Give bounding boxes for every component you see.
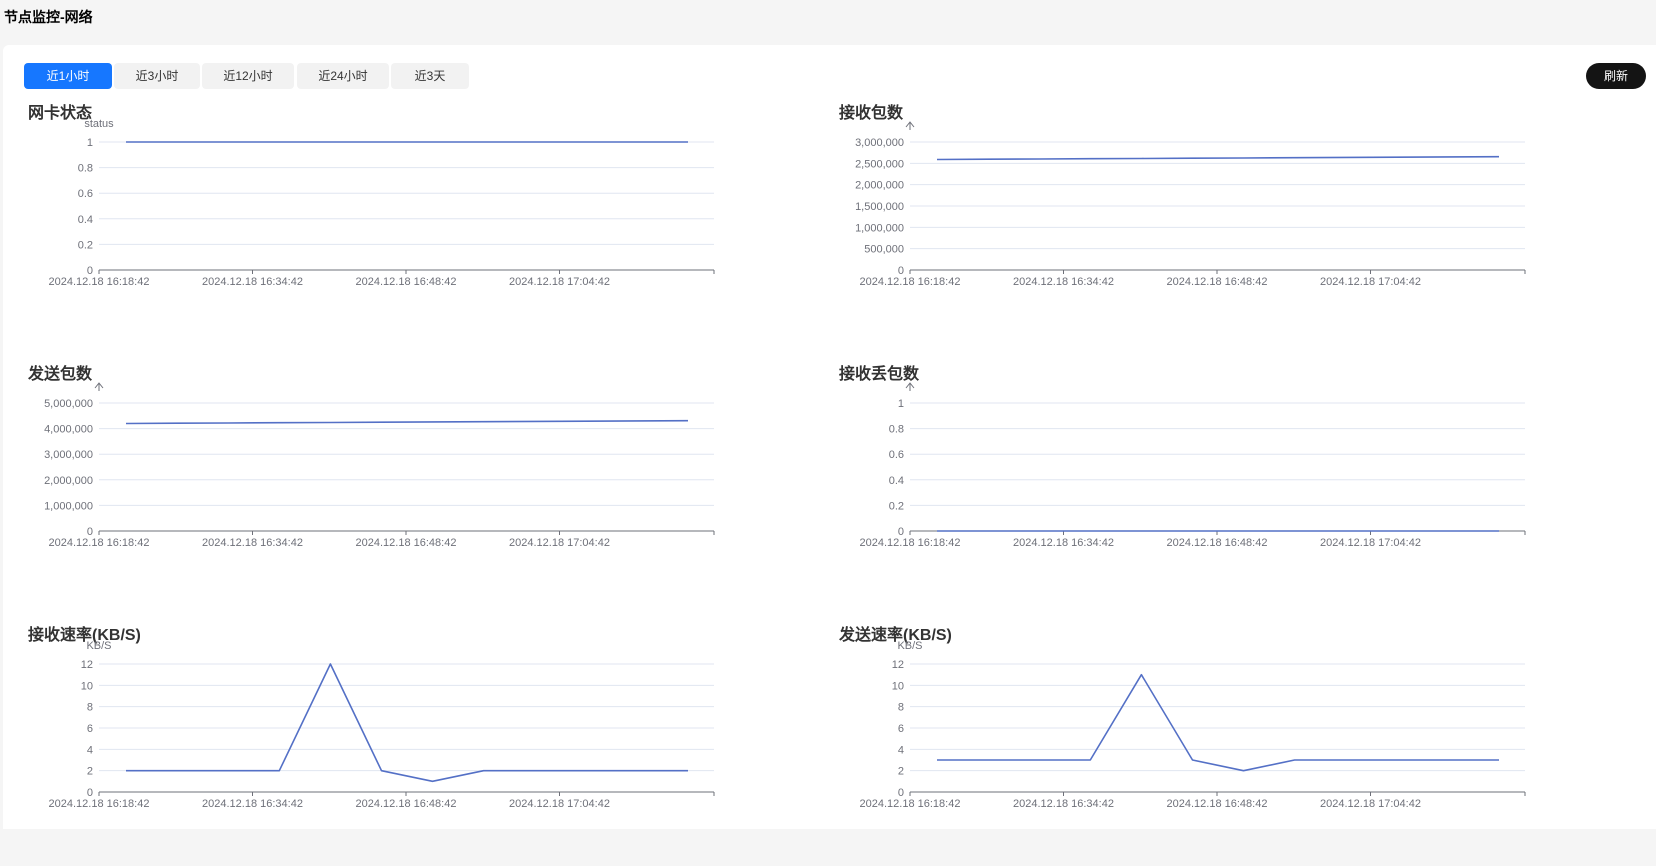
tab-3-hours[interactable]: 近3小时 [114,63,200,89]
x-tick-label: 2024.12.18 16:48:42 [356,798,457,810]
y-tick-label: 10 [81,680,93,692]
received-packets-chart: 0500,0001,000,0001,500,0002,000,0002,500… [855,121,1526,288]
y-tick-label: 2 [87,766,93,778]
x-tick-label: 2024.12.18 16:48:42 [1167,276,1268,288]
x-tick-label: 2024.12.18 16:48:42 [356,276,457,288]
chart-send-rate: 发送速率(KB/S) 0 2 4 6 8 10 12 2024.12.18 16:18:42 2… [839,621,1629,866]
x-tick-label: 2024.12.18 16:34:42 [1013,798,1114,810]
page-header: 节点监控-网络 [0,0,1656,44]
x-tick-label: 2024.12.18 17:04:42 [509,276,610,288]
x-tick-label: 2024.12.18 16:34:42 [1013,276,1114,288]
y-tick-label: 1 [87,137,93,149]
y-tick-label: 2,500,000 [855,158,904,170]
x-tick-label: 2024.12.18 16:18:42 [860,537,961,549]
y-tick-label: 6 [87,723,93,735]
x-tick-label: 2024.12.18 16:48:42 [1167,537,1268,549]
x-tick-label: 2024.12.18 17:04:42 [1320,276,1421,288]
series-line [126,663,688,783]
chart-received-dropped-packets: 接收丢包数 0 0.2 0.4 0.6 0.8 1 2024.12.18 16:18:42 2… [839,360,1629,605]
x-tick-label: 2024.12.18 16:34:42 [202,537,303,549]
y-tick-label: 3,000,000 [855,137,904,149]
y-axis-name: KB/S [86,640,111,652]
x-tick-label: 2024.12.18 16:34:42 [1013,537,1114,549]
x-tick-label: 2024.12.18 16:34:42 [202,276,303,288]
x-tick-label: 2024.12.18 17:04:42 [1320,798,1421,810]
sent-packets-chart: 01,000,0002,000,0003,000,0004,000,0005,0… [44,382,715,549]
chart-receive-rate: 接收速率(KB/S) 0 2 4 6 8 10 12 2024.12.18 16:18:42 2… [28,621,818,866]
y-tick-label: 4 [898,744,904,756]
y-tick-label: 10 [892,680,904,692]
y-tick-label: 500,000 [864,244,904,256]
y-tick-label: 1,000,000 [855,222,904,234]
y-axis-arrow-icon [94,382,104,391]
y-axis-arrow-icon [905,382,915,391]
y-tick-label: 0.4 [78,214,93,226]
chart-received-packets: 接收包数 0 500,000 1,000,000 1,500,000 2,000,000… [839,99,1629,344]
y-tick-label: 2,000,000 [855,180,904,192]
tab-12-hours[interactable]: 近12小时 [202,63,294,89]
y-tick-label: 0.4 [889,475,904,487]
chart-nic-status: 网卡状态 0 0.2 0.4 0.6 0.8 1 2024.12.18 16:18:42 20… [28,99,818,344]
y-tick-label: 0.8 [889,424,904,436]
y-tick-label: 1,000,000 [44,500,93,512]
y-tick-label: 6 [898,723,904,735]
x-tick-label: 2024.12.18 16:18:42 [49,537,150,549]
y-tick-label: 0.6 [889,449,904,461]
y-tick-label: 12 [81,659,93,671]
y-tick-label: 4 [87,744,93,756]
chart-sent-packets: 发送包数 0 1,000,000 2,000,000 3,000,000 4,000,0… [28,360,818,605]
y-tick-label: 12 [892,659,904,671]
x-tick-label: 2024.12.18 16:18:42 [860,276,961,288]
y-tick-label: 8 [87,702,93,714]
series-line [937,673,1499,772]
x-tick-label: 2024.12.18 16:48:42 [356,537,457,549]
tab-3-days[interactable]: 近3天 [391,63,469,89]
y-axis-name: status [84,118,114,130]
x-tick-label: 2024.12.18 16:34:42 [202,798,303,810]
tab-1-hour[interactable]: 近1小时 [24,63,112,89]
y-tick-label: 1,500,000 [855,201,904,213]
y-tick-label: 3,000,000 [44,449,93,461]
y-tick-label: 8 [898,702,904,714]
series-line [936,155,1500,161]
x-tick-label: 2024.12.18 17:04:42 [509,537,610,549]
y-tick-label: 0.8 [78,163,93,175]
x-tick-label: 2024.12.18 16:18:42 [49,276,150,288]
receive-rate-chart: 0246810122024.12.18 16:18:42 2024.12.18 1… [49,640,715,810]
series-line [125,419,689,425]
y-tick-label: 5,000,000 [44,398,93,410]
received-dropped-chart: 00.20.40.60.812024.12.18 16:18:42 2024.12… [860,382,1526,549]
y-tick-label: 0.2 [78,239,93,251]
x-tick-label: 2024.12.18 16:18:42 [49,798,150,810]
y-tick-label: 0.2 [889,500,904,512]
y-tick-label: 0.6 [78,188,93,200]
send-rate-chart: 0246810122024.12.18 16:18:42 2024.12.18 1… [860,640,1526,810]
x-tick-label: 2024.12.18 17:04:42 [1320,537,1421,549]
nic-status-chart: 00.20.40.60.812024.12.18 16:18:42 2024.12… [49,118,715,288]
x-tick-label: 2024.12.18 17:04:42 [509,798,610,810]
y-tick-label: 4,000,000 [44,424,93,436]
page-title: 节点监控-网络 [4,9,93,25]
y-tick-label: 2,000,000 [44,475,93,487]
x-tick-label: 2024.12.18 16:18:42 [860,798,961,810]
y-tick-label: 2 [898,766,904,778]
y-axis-arrow-icon [905,121,915,130]
tab-24-hours[interactable]: 近24小时 [297,63,389,89]
y-tick-label: 1 [898,398,904,410]
refresh-button[interactable]: 刷新 [1586,63,1646,89]
y-axis-name: KB/S [897,640,922,652]
x-tick-label: 2024.12.18 16:48:42 [1167,798,1268,810]
